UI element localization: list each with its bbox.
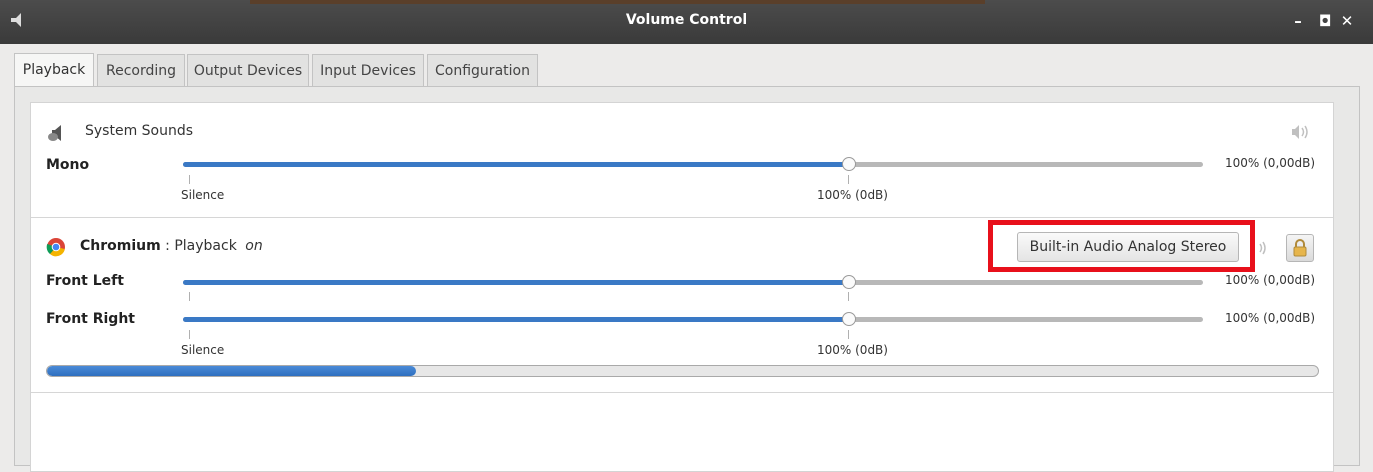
- scale-label-silence: Silence: [181, 343, 225, 357]
- scale-label-silence: Silence: [181, 188, 225, 202]
- divider: [31, 392, 1333, 393]
- tab-input-devices[interactable]: Input Devices: [312, 54, 424, 87]
- maximize-button[interactable]: ◘: [1314, 10, 1336, 32]
- mono-volume-value: 100% (0,00dB): [1225, 156, 1316, 170]
- minimize-button[interactable]: –: [1287, 10, 1309, 32]
- slider-handle[interactable]: [842, 275, 856, 289]
- slider-handle[interactable]: [842, 157, 856, 171]
- lock-channels-button[interactable]: [1286, 234, 1314, 262]
- front-left-volume-slider[interactable]: [183, 275, 1203, 289]
- stream-name: Playback: [174, 238, 237, 254]
- speaker-icon: [48, 125, 61, 141]
- app-name: Chromium: [80, 238, 161, 254]
- divider: [31, 217, 1333, 218]
- tick-mark: [848, 292, 849, 301]
- channel-label-front-right: Front Right: [46, 311, 135, 327]
- slider-fill: [183, 280, 848, 285]
- title-separator: :: [160, 238, 175, 254]
- mono-volume-slider[interactable]: [183, 157, 1203, 171]
- tab-recording[interactable]: Recording: [97, 54, 185, 87]
- window-title: Volume Control: [625, 12, 748, 28]
- tab-output-devices[interactable]: Output Devices: [187, 54, 309, 87]
- background-strip: [250, 0, 985, 4]
- slider-fill: [183, 162, 848, 167]
- slider-handle[interactable]: [842, 312, 856, 326]
- lock-icon: [1293, 239, 1307, 257]
- volume-icon[interactable]: [1257, 240, 1273, 256]
- scale-label-100: 100% (0dB): [817, 343, 888, 357]
- close-button[interactable]: ✕: [1336, 10, 1358, 32]
- tick-mark: [189, 292, 190, 301]
- tab-playback[interactable]: Playback: [14, 53, 94, 88]
- streams-panel: [30, 102, 1334, 472]
- stream-title: Chromium : Playback on: [80, 238, 263, 254]
- tick-mark: [189, 330, 190, 339]
- channel-label-mono: Mono: [46, 157, 90, 173]
- tab-configuration[interactable]: Configuration: [427, 54, 538, 87]
- front-right-volume-slider[interactable]: [183, 312, 1203, 326]
- chromium-icon: [46, 238, 65, 257]
- scale-label-100: 100% (0dB): [817, 188, 888, 202]
- tick-mark: [848, 330, 849, 339]
- peak-level-meter: [46, 365, 1319, 377]
- channel-label-front-left: Front Left: [46, 273, 124, 289]
- system-sounds-label: System Sounds: [85, 123, 194, 139]
- front-right-volume-value: 100% (0,00dB): [1225, 311, 1316, 325]
- tick-mark: [189, 175, 190, 184]
- front-left-volume-value: 100% (0,00dB): [1225, 273, 1316, 287]
- slider-fill: [183, 317, 848, 322]
- peak-level-fill: [47, 366, 416, 376]
- highlight-box: [988, 220, 1255, 272]
- tick-mark: [848, 175, 849, 184]
- stream-state: on: [245, 238, 263, 254]
- volume-icon[interactable]: [1290, 124, 1312, 140]
- title-bar: Volume Control – ◘ ✕: [0, 0, 1373, 44]
